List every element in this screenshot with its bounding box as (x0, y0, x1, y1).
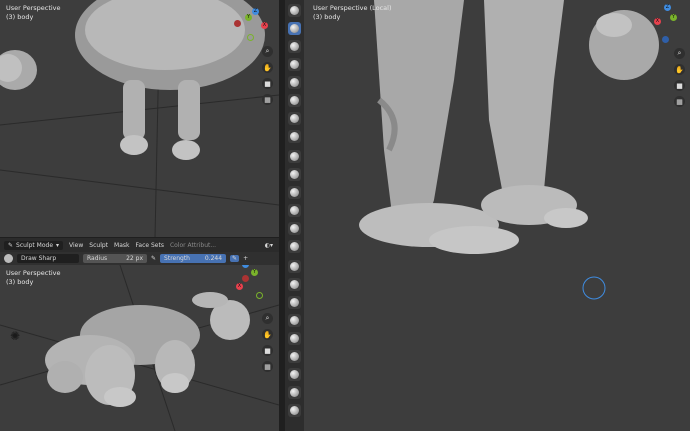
blender-window: User Perspective (3) body Z Y X ⌕ ✋ ■ ▦ … (0, 0, 690, 431)
tool-rotate-icon[interactable] (288, 386, 301, 399)
navigation-gizmo[interactable]: Z Y X (228, 265, 270, 301)
gizmo-x-axis[interactable]: X (261, 22, 268, 29)
zoom-icon[interactable]: ⌕ (262, 313, 273, 324)
viewport-subtitle: (3) body (313, 13, 341, 21)
strength-field[interactable]: Strength 0.244 (160, 254, 227, 263)
viewport-title: User Perspective (6, 269, 61, 277)
pressure-toggle-icon[interactable]: ✎ (230, 255, 240, 262)
menu-view[interactable]: View (69, 242, 83, 249)
grid-icon[interactable]: ▦ (262, 94, 273, 105)
viewport-title: User Perspective (Local) (313, 4, 392, 12)
tool-scrape-icon[interactable] (288, 222, 301, 235)
tool-inflate-icon[interactable] (288, 112, 301, 125)
gizmo-z-axis[interactable]: Z (252, 8, 259, 15)
menu-color-attribute[interactable]: Color Attribut... (170, 242, 216, 249)
gizmo-z-axis[interactable]: Z (242, 265, 249, 268)
tool-elastic-icon[interactable] (288, 296, 301, 309)
pan-hand-icon[interactable]: ✋ (262, 62, 273, 73)
shading-icon[interactable]: ◐▾ (265, 242, 273, 249)
gizmo-neg-z[interactable] (662, 36, 669, 43)
tool-pose-icon[interactable] (288, 350, 301, 363)
gizmo-z-axis[interactable]: Z (664, 4, 671, 11)
gizmo-neg-x[interactable] (242, 275, 249, 282)
viewport-title: User Perspective (6, 4, 61, 12)
mode-selector[interactable]: ✎ Sculpt Mode ▾ (4, 240, 64, 250)
camera-icon[interactable]: ■ (262, 78, 273, 89)
gizmo-x-axis[interactable]: X (654, 18, 661, 25)
viewport-label: User Perspective (Local) (3) body (313, 4, 392, 22)
tool-clay-thumb-icon[interactable] (288, 76, 301, 89)
tool-clay-icon[interactable] (288, 40, 301, 53)
pen-pressure-icon[interactable]: ✎ (151, 255, 156, 262)
gizmo-x-axis[interactable]: X (236, 283, 243, 290)
tool-blob-icon[interactable] (288, 130, 301, 143)
viewport-bottom-left[interactable]: User Perspective (3) body ✺ Z Y X ⌕ ✋ ■ … (0, 265, 279, 431)
viewport-label: User Perspective (3) body (6, 4, 61, 22)
navigation-gizmo[interactable]: Z Y X (648, 4, 688, 44)
brush-selector[interactable]: Draw Sharp (17, 254, 79, 263)
viewport-right[interactable]: User Perspective (Local) (3) body Z Y X … (304, 0, 690, 431)
gizmo-neg-x[interactable] (234, 20, 241, 27)
menu-sculpt[interactable]: Sculpt (89, 242, 108, 249)
tool-boundary-icon[interactable] (288, 404, 301, 417)
sculpt-header: ✎ Sculpt Mode ▾ View Sculpt Mask Face Sets… (0, 238, 279, 252)
gizmo-neg-y[interactable] (256, 292, 263, 299)
viewport-subtitle: (3) body (6, 13, 34, 21)
tool-nudge-icon[interactable] (288, 368, 301, 381)
grid-icon[interactable]: ▦ (674, 96, 685, 107)
tool-clay-strips-icon[interactable] (288, 58, 301, 71)
zoom-icon[interactable]: ⌕ (262, 46, 273, 57)
chevron-down-icon: ▾ (56, 241, 60, 249)
menu-mask[interactable]: Mask (114, 242, 129, 249)
tool-flatten-icon[interactable] (288, 186, 301, 199)
tool-smooth-icon[interactable] (288, 168, 301, 181)
gizmo-neg-y[interactable] (247, 34, 254, 41)
brush-icon: ✎ (8, 241, 14, 249)
light-icon: ✺ (10, 329, 21, 343)
gizmo-y-axis[interactable]: Y (251, 269, 258, 276)
pan-hand-icon[interactable]: ✋ (674, 64, 685, 75)
tool-draw-icon[interactable] (288, 4, 301, 17)
viewport-label: User Perspective (3) body (6, 269, 61, 287)
camera-icon[interactable]: ■ (262, 345, 273, 356)
zoom-icon[interactable]: ⌕ (674, 48, 685, 59)
tool-settings-bar: Draw Sharp Radius 22 px ✎ Strength 0.244 ✎… (0, 252, 279, 265)
tool-draw-sharp-icon[interactable] (288, 22, 301, 35)
tool-multiplane-scrape-icon[interactable] (288, 240, 301, 253)
camera-icon[interactable]: ■ (674, 80, 685, 91)
pan-hand-icon[interactable]: ✋ (262, 329, 273, 340)
tool-pinch-icon[interactable] (288, 260, 301, 273)
tool-crease-icon[interactable] (288, 150, 301, 163)
tool-snake-hook-icon[interactable] (288, 314, 301, 327)
gizmo-y-axis[interactable]: Y (245, 14, 252, 21)
brush-preview-icon[interactable] (4, 254, 13, 263)
tool-thumb-icon[interactable] (288, 332, 301, 345)
navigation-gizmo[interactable]: Z Y X (231, 8, 273, 44)
sculpt-legs-closeup (359, 0, 659, 300)
tool-fill-icon[interactable] (288, 204, 301, 217)
viewport-subtitle: (3) body (6, 278, 34, 286)
tool-grab-icon[interactable] (288, 278, 301, 291)
radius-field[interactable]: Radius 22 px (83, 254, 147, 263)
tool-layer-icon[interactable] (288, 94, 301, 107)
gizmo-y-axis[interactable]: Y (670, 14, 677, 21)
menu-face-sets[interactable]: Face Sets (136, 242, 164, 249)
viewport-top-left[interactable]: User Perspective (3) body Z Y X ⌕ ✋ ■ ▦ (0, 0, 279, 238)
add-icon[interactable]: + (243, 255, 248, 262)
sculpt-toolbar (285, 0, 304, 431)
grid-icon[interactable]: ▦ (262, 361, 273, 372)
